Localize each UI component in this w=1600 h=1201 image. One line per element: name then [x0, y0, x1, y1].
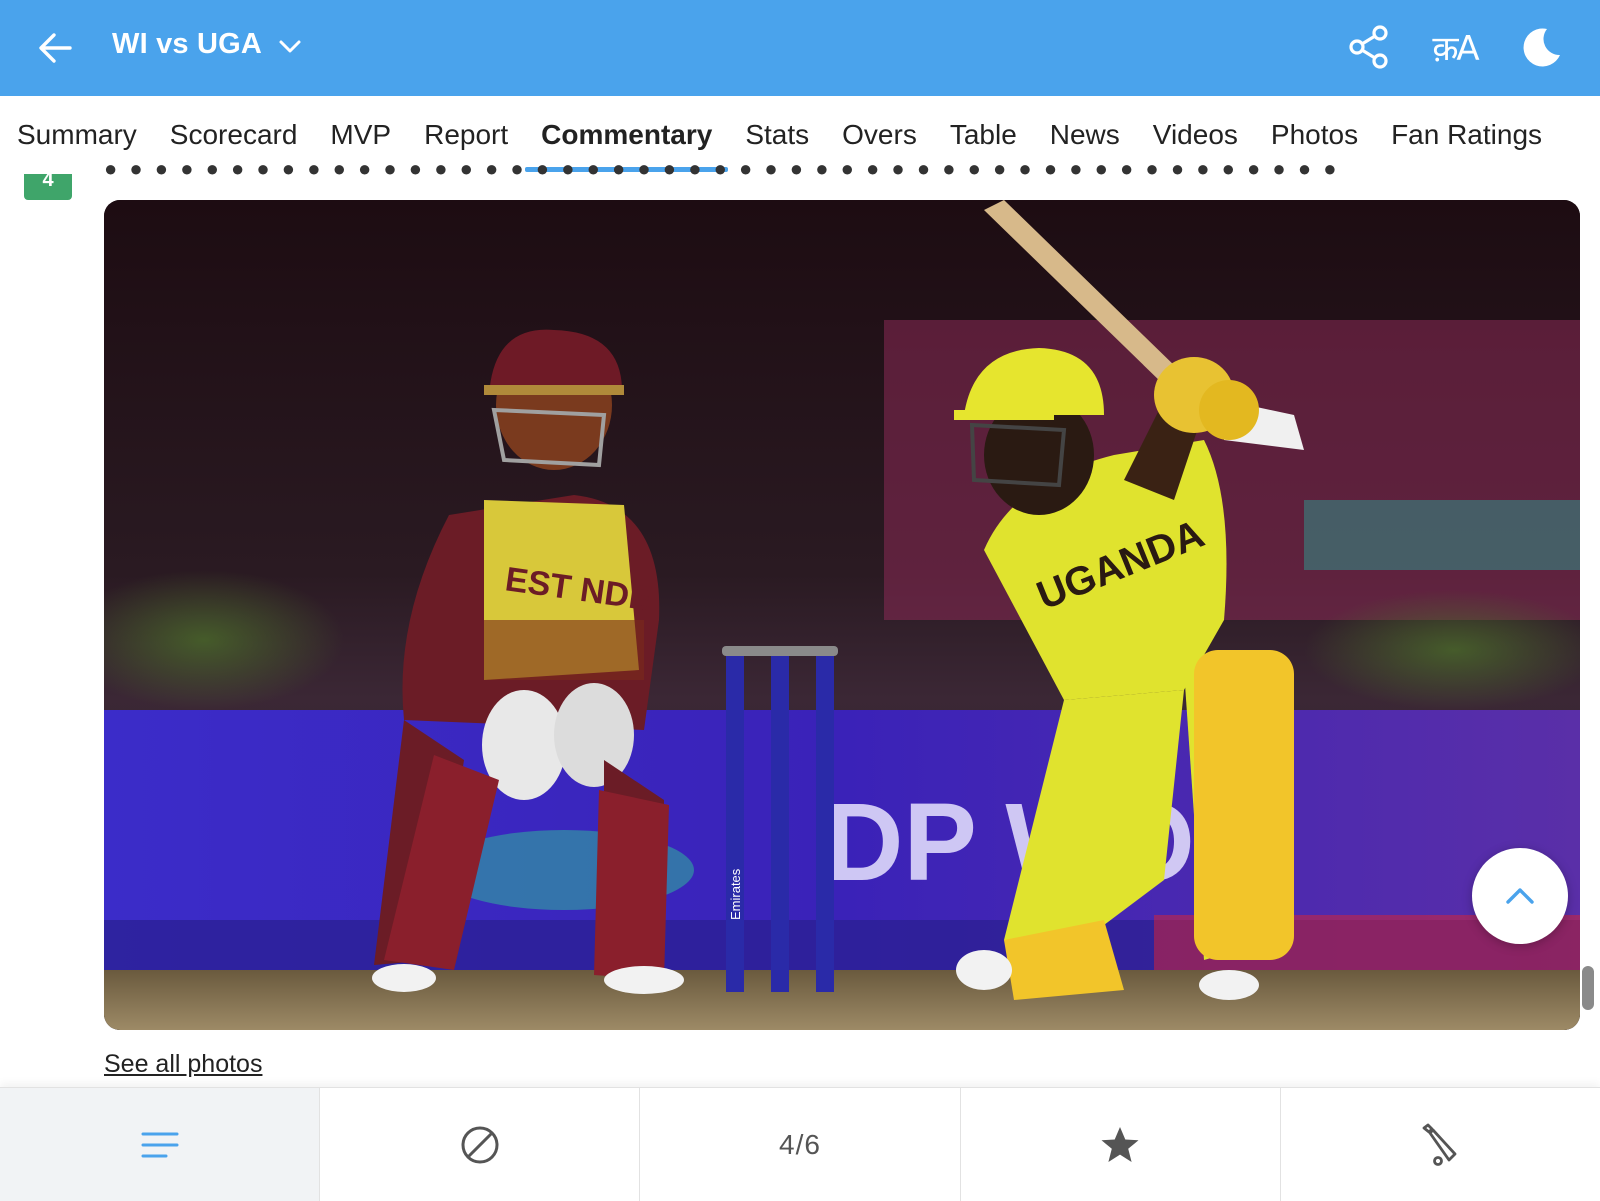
- tab-summary[interactable]: Summary: [17, 96, 137, 174]
- tab-news[interactable]: News: [1050, 96, 1120, 174]
- over-badge: 4: [24, 174, 72, 200]
- ball-icon: [461, 1126, 499, 1163]
- tab-mvp[interactable]: MVP: [330, 96, 391, 174]
- tab-overs[interactable]: Overs: [842, 96, 917, 174]
- tab-table[interactable]: Table: [950, 96, 1017, 174]
- tab-scorecard[interactable]: Scorecard: [170, 96, 298, 174]
- match-selector[interactable]: WI vs UGA: [112, 28, 302, 61]
- language-toggle[interactable]: क़A: [1430, 22, 1480, 72]
- bottom-nav-pager[interactable]: 4/6: [640, 1088, 961, 1201]
- match-title: WI vs UGA: [112, 28, 263, 60]
- stump-sponsor-text: Emirates: [728, 868, 743, 920]
- see-all-photos-link[interactable]: See all photos: [104, 1050, 262, 1079]
- menu-icon: [141, 1132, 179, 1157]
- match-tabs: Summary Scorecard MVP Report Commentary …: [0, 96, 1600, 174]
- bottom-nav-ball[interactable]: [320, 1088, 641, 1201]
- tab-photos[interactable]: Photos: [1271, 96, 1358, 174]
- share-icon[interactable]: [1344, 22, 1394, 72]
- bottom-nav-star[interactable]: [961, 1088, 1281, 1201]
- commentary-text-cutoff: ● ● ● ● ● ● ● ● ● ● ● ● ● ● ● ● ● ● ● ● …: [104, 164, 1544, 176]
- tab-commentary[interactable]: Commentary: [525, 96, 729, 174]
- bottom-nav-bat[interactable]: [1281, 1088, 1600, 1201]
- language-label: क़A: [1432, 29, 1479, 69]
- tab-stats[interactable]: Stats: [745, 96, 809, 174]
- bottom-nav-menu[interactable]: [0, 1088, 321, 1201]
- tab-fan-ratings[interactable]: Fan Ratings: [1391, 96, 1542, 174]
- top-app-bar: WI vs UGA क़A: [0, 0, 1600, 96]
- star-icon: [1101, 1126, 1139, 1162]
- match-photo[interactable]: DP WO EST NDE Emirates UGANDA: [104, 200, 1580, 1030]
- photo-pager: 4/6: [779, 1128, 821, 1160]
- dark-mode-moon-icon[interactable]: [1516, 22, 1566, 72]
- stumps: Emirates: [722, 646, 838, 992]
- back-arrow-icon[interactable]: [34, 26, 78, 70]
- bottom-navigation: 4/6: [0, 1087, 1600, 1201]
- bat-icon: [1423, 1123, 1457, 1166]
- tab-report[interactable]: Report: [424, 96, 508, 174]
- scroll-to-top-button[interactable]: [1472, 848, 1568, 944]
- chevron-down-icon: [279, 40, 301, 52]
- chevron-up-icon: [1506, 888, 1534, 904]
- tab-videos[interactable]: Videos: [1153, 96, 1238, 174]
- scrollbar-thumb[interactable]: [1582, 966, 1594, 1010]
